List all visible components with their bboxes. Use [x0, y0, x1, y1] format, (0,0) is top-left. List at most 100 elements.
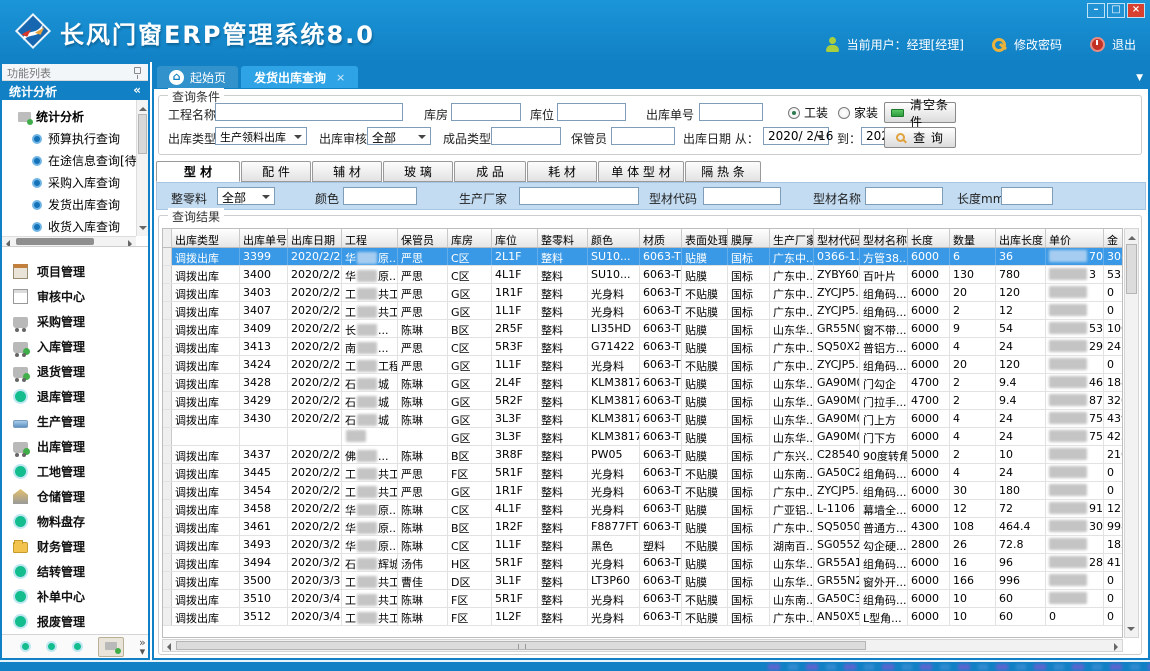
profile-code-input[interactable] — [703, 187, 781, 205]
scroll-thumb[interactable] — [176, 641, 866, 650]
table-row[interactable]: 调拨出库34542020/2/28工共工程严思G区1R1F整料光身料6063-T… — [163, 482, 1122, 500]
tree-root[interactable]: 统计分析 — [18, 108, 148, 125]
column-header[interactable]: 工程 — [342, 229, 398, 247]
scroll-up-icon[interactable] — [139, 103, 147, 111]
column-header[interactable]: 长度 — [908, 229, 950, 247]
profile-name-input[interactable] — [865, 187, 943, 205]
column-header[interactable]: 颜色 — [588, 229, 640, 247]
table-row[interactable]: 调拨出库34072020/2/25工共工程严思G区1L1F整料光身料6063-T… — [163, 302, 1122, 320]
sidebar-item-生产管理[interactable]: 生产管理 — [2, 409, 148, 434]
tree-horizontal-scrollbar[interactable] — [2, 236, 136, 246]
sidebar-item-结转管理[interactable]: 结转管理 — [2, 559, 148, 584]
dot-icon[interactable] — [20, 641, 31, 652]
table-row[interactable]: 调拨出库33992020/2/25华原...严思C区2L1F整料SU10...6… — [163, 248, 1122, 266]
material-tab[interactable]: 单 体 型 材 — [598, 161, 684, 182]
outbound-audit-select[interactable]: 全部 — [367, 127, 431, 145]
column-header[interactable]: 库房 — [448, 229, 492, 247]
whole-part-select[interactable]: 全部 — [217, 187, 275, 205]
factory-input[interactable] — [519, 187, 639, 205]
dot-icon[interactable] — [46, 641, 57, 652]
overflow-chevron[interactable]: »▾ — [139, 638, 146, 656]
material-tab[interactable]: 辅 材 — [312, 161, 382, 182]
logout-link[interactable]: 退出 — [1112, 36, 1136, 53]
sidebar-item-入库管理[interactable]: 入库管理 — [2, 334, 148, 359]
scroll-thumb[interactable] — [1126, 244, 1137, 294]
column-header[interactable]: 生产厂家 — [770, 229, 814, 247]
sidebar-item-出库管理[interactable]: 出库管理 — [2, 434, 148, 459]
grid-vertical-scrollbar[interactable] — [1124, 228, 1139, 638]
column-header[interactable]: 整零料 — [538, 229, 588, 247]
change-password-link[interactable]: 修改密码 — [1014, 36, 1062, 53]
scroll-right-icon[interactable] — [128, 240, 136, 247]
table-row[interactable]: 调拨出库34452020/2/27工共工程严思F区5R1F整料光身料6063-T… — [163, 464, 1122, 482]
maximize-button[interactable]: □ — [1107, 3, 1125, 18]
table-row[interactable]: 调拨出库34932020/3/2华原...陈琳C区1L1F整料黑色塑料不贴膜国标… — [163, 536, 1122, 554]
tree-item[interactable]: 发货出库查询 — [32, 196, 148, 213]
tree-item[interactable]: 预算执行查询 — [32, 130, 148, 147]
project-name-input[interactable] — [215, 103, 403, 121]
sidebar-item-财务管理[interactable]: 财务管理 — [2, 534, 148, 559]
table-row[interactable]: 调拨出库34032020/2/25工共工程严思G区1R1F整料光身料6063-T… — [163, 284, 1122, 302]
table-row[interactable]: 调拨出库35002020/3/3工共工程曹佳D区3L1F整料LT3P606063… — [163, 572, 1122, 590]
table-row[interactable]: 调拨出库34242020/2/26工工程严思G区1L1F整料光身料6063-T5… — [163, 356, 1122, 374]
scroll-left-icon[interactable] — [2, 240, 10, 247]
outbound-type-select[interactable]: 生产领料出库 — [215, 127, 307, 145]
material-tab[interactable]: 耗 材 — [527, 161, 597, 182]
sidebar-item-退货管理[interactable]: 退货管理 — [2, 359, 148, 384]
tree-item[interactable]: 在途信息查询[待 — [32, 152, 148, 169]
sidebar-item-采购管理[interactable]: 采购管理 — [2, 309, 148, 334]
table-row[interactable]: 调拨出库34942020/3/2石辉城汤伟H区5R1F整料光身料6063-T5贴… — [163, 554, 1122, 572]
column-header[interactable]: 表面处理 — [682, 229, 728, 247]
tree-item[interactable]: 收货入库查询 — [32, 218, 148, 235]
table-row[interactable]: 调拨出库35102020/3/4工共工程陈琳F区5R1F整料光身料6063-T5… — [163, 590, 1122, 608]
table-row[interactable]: 调拨出库34092020/2/25长...陈琳B区2R5F整料LI35HD606… — [163, 320, 1122, 338]
sidebar-group-header[interactable]: 统计分析 « — [2, 81, 148, 100]
tab-home[interactable]: ⌂ 起始页 — [157, 66, 238, 88]
sidebar-item-退库管理[interactable]: 退库管理 — [2, 384, 148, 409]
close-button[interactable]: × — [1127, 3, 1145, 18]
table-row[interactable]: 调拨出库34612020/2/28华原...陈琳B区1R2F整料F8877FT6… — [163, 518, 1122, 536]
tab-overflow-icon[interactable]: ▼ — [1136, 73, 1143, 83]
collapse-icon[interactable]: « — [133, 83, 141, 97]
material-tab[interactable]: 隔 热 条 — [685, 161, 761, 182]
column-header[interactable]: 出库长度 — [996, 229, 1046, 247]
table-row[interactable]: 调拨出库34132020/2/26南...严思C区5R3F整料G71422606… — [163, 338, 1122, 356]
grid-horizontal-scrollbar[interactable] — [162, 639, 1123, 652]
scroll-thumb[interactable] — [138, 114, 147, 154]
column-header[interactable]: 出库单号 — [240, 229, 288, 247]
date-from-select[interactable]: 2020/ 2/16 — [763, 127, 829, 145]
dot-icon[interactable] — [72, 641, 83, 652]
table-row[interactable]: 调拨出库34282020/2/26石城陈琳G区2L4F整料KLM38176063… — [163, 374, 1122, 392]
location-input[interactable] — [557, 103, 626, 121]
radio-jiazhuang[interactable]: 家装 — [838, 104, 878, 121]
color-input[interactable] — [343, 187, 417, 205]
clear-conditions-button[interactable]: 清空条件 — [884, 102, 956, 123]
sidebar-item-物料盘存[interactable]: 物料盘存 — [2, 509, 148, 534]
column-header[interactable]: 保管员 — [398, 229, 448, 247]
tab-close-icon[interactable]: × — [336, 71, 345, 84]
sidebar-item-补单中心[interactable]: 补单中心 — [2, 584, 148, 609]
column-header[interactable]: 材质 — [640, 229, 682, 247]
table-row[interactable]: 调拨出库34292020/2/26石城陈琳G区5R2F整料KLM38176063… — [163, 392, 1122, 410]
outbound-no-input[interactable] — [699, 103, 763, 121]
scroll-up-icon[interactable] — [1128, 232, 1136, 240]
table-row[interactable]: 调拨出库34002020/2/25华原...严思C区4L1F整料SU10...6… — [163, 266, 1122, 284]
search-button[interactable]: 查 询 — [884, 127, 956, 148]
sidebar-item-项目管理[interactable]: 项目管理 — [2, 259, 148, 284]
column-header[interactable]: 出库日期 — [288, 229, 342, 247]
column-header[interactable]: 库位 — [492, 229, 538, 247]
column-header[interactable]: 单价 — [1046, 229, 1104, 247]
column-header[interactable]: 型材代码 — [814, 229, 860, 247]
table-row[interactable]: 调拨出库34302020/2/26石城陈琳G区3L3F整料KLM38176063… — [163, 410, 1122, 428]
sidebar-item-仓储管理[interactable]: 仓储管理 — [2, 484, 148, 509]
material-tab[interactable]: 玻 璃 — [383, 161, 453, 182]
minimize-button[interactable]: – — [1087, 3, 1105, 18]
product-type-input[interactable] — [491, 127, 561, 145]
scroll-down-icon[interactable] — [1127, 627, 1135, 635]
column-header[interactable]: 膜厚 — [728, 229, 770, 247]
material-tab[interactable]: 成 品 — [454, 161, 526, 182]
table-row[interactable]: 调拨出库34582020/2/28华原...陈琳C区4L1F整料光身料6063-… — [163, 500, 1122, 518]
sidebar-item-审核中心[interactable]: 审核中心 — [2, 284, 148, 309]
column-header[interactable]: 型材名称 — [860, 229, 908, 247]
scroll-left-icon[interactable] — [163, 643, 171, 651]
